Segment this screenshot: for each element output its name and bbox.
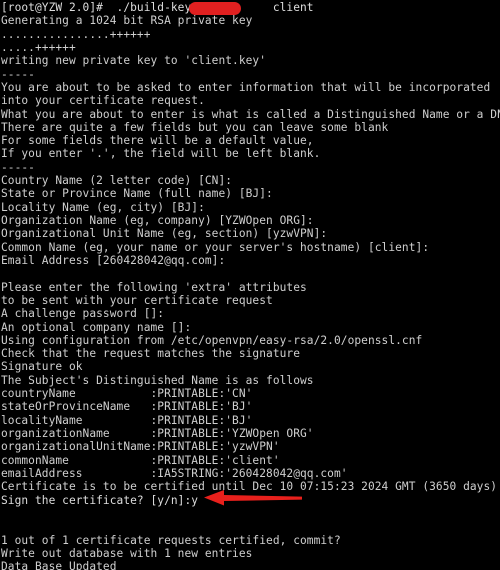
terminal-line-write-database: Write out database with 1 new entries (1, 546, 253, 560)
terminal-line-config-path: Using configuration from /etc/openvpn/ea… (1, 333, 423, 347)
terminal-line: The Subject's Distinguished Name is as f… (1, 373, 314, 387)
terminal-line: ................++++++ (1, 27, 151, 41)
dn-field-locality-name: localityName :PRINTABLE:'BJ' (1, 413, 253, 427)
terminal-line: There are quite a few fields but you can… (1, 120, 389, 134)
terminal-line: What you are about to enter is what is c… (1, 107, 500, 121)
terminal-line: to be sent with your certificate request (1, 293, 273, 307)
prompt-organizational-unit-name: Organizational Unit Name (eg, section) [… (1, 227, 328, 241)
terminal-line: For some fields there will be a default … (1, 134, 314, 148)
terminal-line: If you enter '.', the field will be left… (1, 147, 321, 161)
terminal-line: Please enter the following 'extra' attri… (1, 280, 307, 294)
dn-field-organization-name: organizationName :PRINTABLE:'YZWOpen ORG… (1, 427, 314, 440)
prompt-country-name: Country Name (2 letter code) [CN]: (1, 174, 233, 188)
terminal-line: Check that the request matches the signa… (1, 347, 300, 361)
terminal-window[interactable]: [root@YZW 2.0]# ./build-key client Gener… (0, 0, 500, 570)
terminal-line-certificate-validity: Certificate is to be certified until Dec… (1, 480, 498, 494)
prompt-email-address: Email Address [260428042@qq.com]: (1, 253, 226, 267)
prompt-sign-certificate: Sign the certificate? [y/n]:y (1, 493, 199, 507)
dn-field-state-or-province-name: stateOrProvinceName :PRINTABLE:'BJ' (1, 400, 253, 414)
dn-field-organizational-unit-name: organizationalUnitName:PRINTABLE:'yzwVPN… (1, 440, 280, 454)
prompt-organization-name: Organization Name (eg, company) [YZWOpen… (1, 214, 314, 227)
terminal-line: writing new private key to 'client.key' (1, 54, 267, 68)
dn-field-common-name: commonName :PRINTABLE:'client' (1, 453, 280, 467)
terminal-output: [root@YZW 2.0]# ./build-key client Gener… (1, 1, 500, 570)
prompt-state-province-name: State or Province Name (full name) [BJ]: (1, 187, 273, 201)
prompt-common-name: Common Name (eg, your name or your serve… (1, 240, 430, 254)
terminal-line-certified-count: 1 out of 1 certificate requests certifie… (1, 533, 341, 547)
prompt-challenge-password: A challenge password []: (1, 307, 165, 321)
terminal-separator: ----- (1, 67, 35, 81)
prompt-optional-company-name: An optional company name []: (1, 320, 192, 334)
dn-field-email-address: emailAddress :IA5STRING:'260428042@qq.co… (1, 466, 348, 480)
terminal-line: Generating a 1024 bit RSA private key (1, 14, 253, 28)
dn-field-country-name: countryName :PRINTABLE:'CN' (1, 387, 253, 401)
terminal-line-prompt-command: [root@YZW 2.0]# ./build-key client (1, 1, 314, 14)
terminal-line: into your certificate request. (1, 94, 205, 108)
terminal-separator: ----- (1, 160, 35, 174)
terminal-line: You are about to be asked to enter infor… (1, 80, 491, 94)
terminal-line-signature-ok: Signature ok (1, 360, 83, 374)
terminal-line: .....++++++ (1, 40, 76, 54)
terminal-line-database-updated: Data Base Updated (1, 560, 117, 570)
prompt-locality-name: Locality Name (eg, city) [BJ]: (1, 200, 205, 214)
